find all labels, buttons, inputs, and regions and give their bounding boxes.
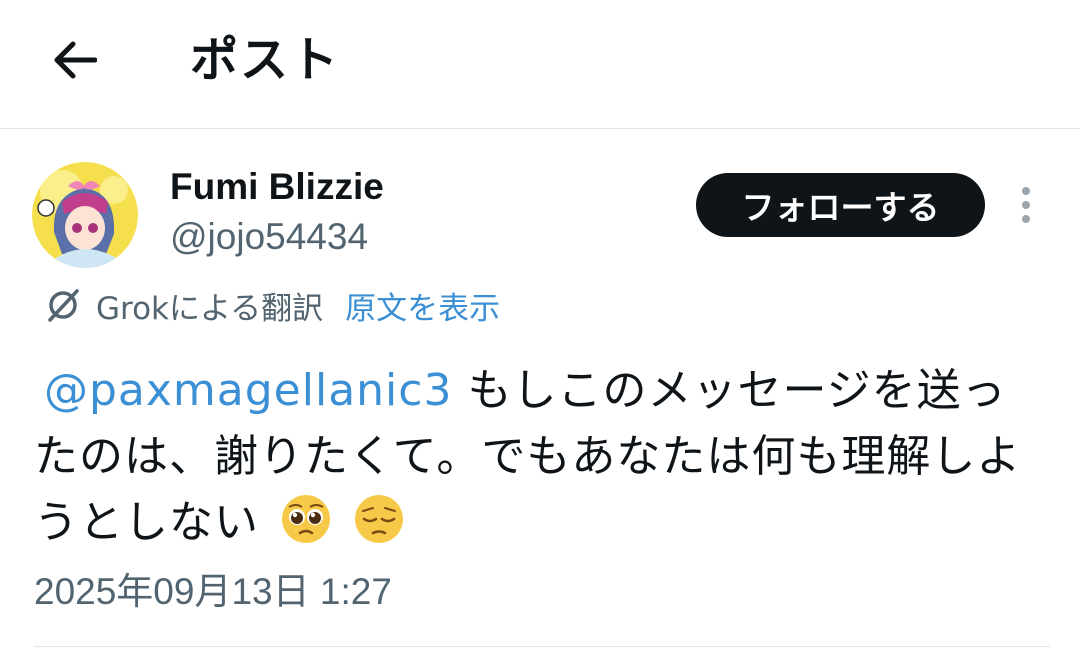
- top-bar: ポスト: [0, 0, 1080, 129]
- dot: [1022, 201, 1030, 209]
- dot: [1022, 187, 1030, 195]
- more-options-button[interactable]: [1004, 180, 1048, 230]
- pensive-face-emoji: [355, 495, 403, 543]
- arrow-left-icon: [54, 41, 97, 79]
- post-timestamp[interactable]: 2025年09月13日 1:27: [34, 566, 392, 618]
- author-display-name[interactable]: Fumi Blizzie: [170, 163, 384, 211]
- follow-button[interactable]: フォローする: [696, 173, 985, 237]
- translation-label: Grokによる翻訳: [96, 290, 324, 327]
- dot: [1022, 215, 1030, 223]
- divider: [34, 646, 1050, 647]
- back-button[interactable]: [44, 30, 104, 90]
- avatar[interactable]: [32, 162, 138, 268]
- grok-icon: [44, 285, 84, 325]
- author-handle[interactable]: @jojo54434: [170, 213, 368, 261]
- anime-avatar-image: [32, 162, 138, 268]
- translation-bar: Grokによる翻訳 原文を表示: [44, 282, 500, 328]
- page-title: ポスト: [190, 32, 341, 88]
- pleading-face-emoji: [282, 495, 330, 543]
- mention-link[interactable]: @paxmagellanic3: [44, 365, 452, 416]
- tweet-text: @paxmagellanic3 もしこのメッセージを送ったのは、謝りたくて。でも…: [34, 358, 1044, 556]
- show-original-link[interactable]: 原文を表示: [345, 283, 500, 328]
